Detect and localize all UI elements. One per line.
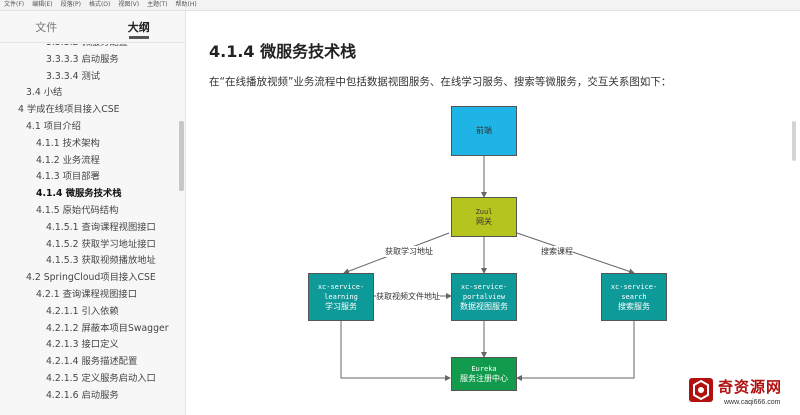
label-search-course: 搜索课程 [541, 246, 573, 257]
menu-item[interactable]: 主题(T) [147, 0, 167, 10]
site-logo-icon [689, 378, 713, 402]
watermark-url: www.caqi666.com [724, 399, 781, 406]
label-get-learning-address: 获取学习地址 [385, 246, 433, 257]
learning-name-1: xc-service- [317, 283, 365, 291]
menu-bar: 文件(F) 编辑(E) 段落(P) 格式(O) 视图(V) 主题(T) 帮助(H) [0, 0, 800, 11]
outline-item[interactable]: 4.2.1 查询课程视图接口 [0, 287, 178, 304]
zuul-desc: 网关 [476, 217, 492, 226]
outline-item[interactable]: 3.3.3.3 启动服务 [0, 52, 178, 69]
learning-desc: 学习服务 [325, 302, 357, 311]
frontend-box: 前端 [451, 106, 517, 156]
outline-item[interactable]: 4.2.1.5 定义服务启动入口 [0, 371, 178, 388]
menu-item[interactable]: 编辑(E) [32, 0, 52, 10]
outline-item[interactable]: 4.2 SpringCloud项目接入CSE [0, 270, 178, 287]
arrow-search-to-eureka [516, 321, 635, 381]
outline-item[interactable]: 4.2.1.2 屏蔽本项目Swagger [0, 321, 178, 338]
portalview-service-box: xc-service- portalview 数据视图服务 [451, 273, 517, 321]
outline-item[interactable]: 4.1.5 原始代码结构 [0, 203, 178, 220]
eureka-registry-box: Eureka 服务注册中心 [451, 357, 517, 391]
outline-item[interactable]: 3.4 小结 [0, 85, 178, 102]
outline-item[interactable]: 4.1.4 微服务技术栈 [0, 186, 178, 203]
outline-list: 3.3.3.2 微服务配置3.3.3.3 启动服务3.3.3.4 测试3.4 小… [0, 44, 178, 404]
menu-item[interactable]: 段落(P) [61, 0, 81, 10]
frontend-label: 前端 [476, 126, 492, 135]
outline-item[interactable]: 4.1.2 业务流程 [0, 153, 178, 170]
search-name-2: search [621, 293, 647, 301]
tab-outline[interactable]: 大纲 [93, 11, 186, 42]
portalview-name-2: portalview [462, 293, 506, 301]
outline-item[interactable]: 4.1.5.1 查询课程视图接口 [0, 220, 178, 237]
sidebar-tabs: 文件 大纲 [0, 11, 185, 43]
label-get-video-address: 获取视频文件地址 [376, 291, 440, 302]
site-watermark: 奇资源网 www.caqi666.com [684, 372, 800, 415]
menu-item[interactable]: 文件(F) [4, 0, 24, 10]
outline-item[interactable]: 4.1.5.2 获取学习地址接口 [0, 237, 178, 254]
menu-item[interactable]: 视图(V) [118, 0, 139, 10]
menu-item[interactable]: 帮助(H) [176, 0, 197, 10]
outline-item[interactable]: 4.2.1.4 服务描述配置 [0, 354, 178, 371]
watermark-title: 奇资源网 [718, 378, 783, 396]
sidebar: 文件 大纲 3.3.3.2 微服务配置3.3.3.3 启动服务3.3.3.4 测… [0, 11, 186, 415]
arrow-learning-to-eureka [340, 321, 451, 381]
outline-item[interactable]: 4.2.1.1 引入依赖 [0, 304, 178, 321]
arrow-zuul-to-search [516, 232, 635, 275]
portalview-desc: 数据视图服务 [460, 302, 508, 311]
outline-item[interactable]: 4.1.5.3 获取视频播放地址 [0, 253, 178, 270]
outline-item[interactable]: 4.2.1.3 接口定义 [0, 337, 178, 354]
learning-name-2: learning [324, 293, 358, 301]
outline-item[interactable]: 3.3.3.2 微服务配置 [0, 44, 178, 52]
zuul-name: Zuul [475, 208, 493, 216]
outline-item[interactable]: 4.2.1.6 启动服务 [0, 388, 178, 404]
zuul-gateway-box: Zuul 网关 [451, 197, 517, 237]
outline-item[interactable]: 3.3.3.4 测试 [0, 69, 178, 86]
editor-content[interactable]: 4.1.4 微服务技术栈 在“在线播放视频”业务流程中包括数据视图服务、在线学习… [187, 11, 800, 415]
outline-item[interactable]: 4.1.3 项目部署 [0, 169, 178, 186]
eureka-desc: 服务注册中心 [460, 374, 508, 383]
portalview-name-1: xc-service- [460, 283, 508, 291]
menu-item[interactable]: 格式(O) [89, 0, 110, 10]
outline-item[interactable]: 4 学成在线项目接入CSE [0, 102, 178, 119]
outline-item[interactable]: 4.1 项目介绍 [0, 119, 178, 136]
eureka-name: Eureka [471, 365, 497, 373]
learning-service-box: xc-service- learning 学习服务 [308, 273, 374, 321]
search-desc: 搜索服务 [618, 302, 650, 311]
tab-files[interactable]: 文件 [0, 11, 93, 42]
search-name-1: xc-service- [610, 283, 658, 291]
search-service-box: xc-service- search 搜索服务 [601, 273, 667, 321]
outline-item[interactable]: 4.1.1 技术架构 [0, 136, 178, 153]
sidebar-scrollbar[interactable] [179, 121, 184, 191]
